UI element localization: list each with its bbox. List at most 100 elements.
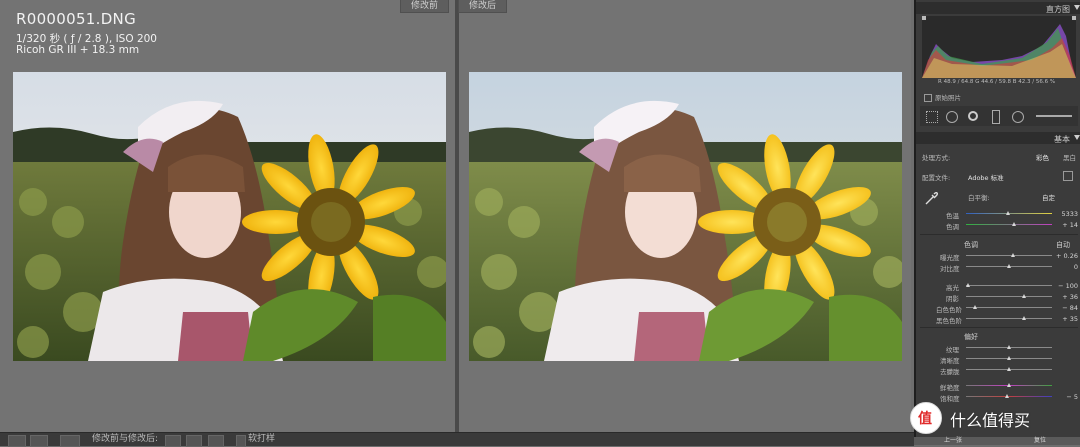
swap-before-after-button[interactable] xyxy=(165,435,181,447)
exposure-slider[interactable] xyxy=(966,253,1052,257)
blacks-slider[interactable] xyxy=(966,316,1052,320)
tint-value[interactable]: + 14 xyxy=(1062,221,1078,229)
original-photo-toggle[interactable]: 原始照片 xyxy=(924,92,961,102)
bottom-toolbar: 修改前与修改后: 软打样 xyxy=(0,432,914,447)
tint-slider[interactable] xyxy=(966,222,1052,226)
temp-label: 色温 xyxy=(946,212,959,220)
tool-strip xyxy=(920,106,1078,126)
watermark: 值 什么值得买 xyxy=(910,400,1080,434)
temp-slider[interactable] xyxy=(966,211,1052,215)
histogram-header[interactable]: 直方图 xyxy=(916,2,1080,14)
temp-value[interactable]: 5333 xyxy=(1061,210,1078,218)
contrast-knob[interactable] xyxy=(1007,264,1011,268)
clarity-knob[interactable] xyxy=(1007,356,1011,360)
highlights-knob[interactable] xyxy=(966,283,970,287)
watermark-text: 什么值得买 xyxy=(950,411,1031,430)
contrast-slider[interactable] xyxy=(966,264,1052,268)
contrast-label: 对比度 xyxy=(940,265,960,273)
copy-before-button[interactable] xyxy=(186,435,202,447)
tone-label: 色调 xyxy=(964,241,978,249)
whites-label: 白色色阶 xyxy=(936,306,962,314)
reset-button[interactable]: 复位 xyxy=(1034,437,1046,445)
whites-value[interactable]: − 84 xyxy=(1062,304,1078,312)
histogram xyxy=(922,16,1076,78)
presence-label: 偏好 xyxy=(964,333,978,341)
dehaze-knob[interactable] xyxy=(1007,367,1011,371)
blacks-label: 黑色色阶 xyxy=(936,317,962,325)
separator xyxy=(920,327,1078,328)
collapse-triangle-icon[interactable] xyxy=(1074,5,1080,10)
highlights-label: 高光 xyxy=(946,284,959,292)
bw-option[interactable]: 黑白 xyxy=(1063,152,1076,162)
spot-removal-icon[interactable] xyxy=(946,111,958,123)
exposure-label: 曝光度 xyxy=(940,254,960,262)
previous-button[interactable]: 上一张 xyxy=(944,437,962,445)
whites-slider[interactable] xyxy=(966,305,1052,309)
tint-label: 色调 xyxy=(946,223,959,231)
original-photo-checkbox[interactable] xyxy=(924,94,932,102)
tint-knob[interactable] xyxy=(1012,222,1016,226)
saturation-knob[interactable] xyxy=(1005,394,1009,398)
soft-proof-checkbox[interactable] xyxy=(236,435,246,447)
dehaze-label: 去朦胧 xyxy=(940,368,960,376)
shadows-label: 阴影 xyxy=(946,295,959,303)
profile-browser-icon[interactable] xyxy=(1063,171,1073,181)
saturation-slider[interactable] xyxy=(966,394,1052,398)
graduated-filter-icon[interactable] xyxy=(992,110,1000,124)
vibrance-slider[interactable] xyxy=(966,383,1052,387)
before-after-label: 修改前与修改后: xyxy=(92,434,159,444)
blacks-value[interactable]: + 35 xyxy=(1062,315,1078,323)
white-balance-dropdown[interactable]: 自定 xyxy=(1042,192,1055,202)
highlights-slider[interactable] xyxy=(966,283,1052,287)
profile-dropdown[interactable]: Adobe 标准 xyxy=(968,172,1004,182)
shadows-value[interactable]: + 36 xyxy=(1062,293,1078,301)
auto-tone-button[interactable]: 自动 xyxy=(1056,240,1070,250)
whites-knob[interactable] xyxy=(973,305,977,309)
exposure-value[interactable]: + 0.26 xyxy=(1056,252,1078,260)
crop-tool-icon[interactable] xyxy=(926,111,938,123)
loupe-view-button[interactable] xyxy=(8,435,26,447)
histogram-title: 直方图 xyxy=(1046,5,1070,14)
basic-header[interactable]: 基本 xyxy=(916,132,1080,144)
treatment-label: 处理方式: xyxy=(922,154,951,162)
basic-collapse-icon[interactable] xyxy=(1074,135,1080,140)
after-label: 修改后 xyxy=(458,0,508,13)
develop-panel: 直方图 R 48.9 / 64.8 G 44.6 / 59.8 B 42.3 /… xyxy=(914,0,1080,445)
texture-knob[interactable] xyxy=(1007,345,1011,349)
red-eye-icon[interactable] xyxy=(968,111,978,121)
color-option[interactable]: 彩色 xyxy=(1036,152,1049,162)
after-photo[interactable] xyxy=(469,72,902,361)
brush-tool-icon[interactable] xyxy=(1036,115,1072,117)
watermark-logo-icon: 值 xyxy=(910,402,942,434)
dehaze-slider[interactable] xyxy=(966,367,1052,371)
exposure-knob[interactable] xyxy=(1011,253,1015,257)
highlights-value[interactable]: − 100 xyxy=(1058,282,1078,290)
temp-knob[interactable] xyxy=(1006,211,1010,215)
texture-label: 纹理 xyxy=(946,346,959,354)
before-photo[interactable] xyxy=(13,72,446,361)
clarity-label: 清晰度 xyxy=(940,357,960,365)
copy-after-button[interactable] xyxy=(208,435,224,447)
shadows-slider[interactable] xyxy=(966,294,1052,298)
white-balance-label: 白平衡: xyxy=(968,194,990,202)
file-name: R0000051.DNG xyxy=(16,10,136,28)
original-photo-label: 原始照片 xyxy=(935,94,961,102)
panel-footer: 上一张 复位 xyxy=(914,437,1080,445)
rgb-readout: R 48.9 / 64.8 G 44.6 / 59.8 B 42.3 / 56.… xyxy=(938,79,1056,85)
soft-proof-label: 软打样 xyxy=(248,434,276,444)
clarity-slider[interactable] xyxy=(966,356,1052,360)
compare-view-button[interactable] xyxy=(60,435,80,447)
contrast-value[interactable]: 0 xyxy=(1074,263,1078,271)
blacks-knob[interactable] xyxy=(1022,316,1026,320)
basic-title: 基本 xyxy=(1054,135,1070,144)
vibrance-knob[interactable] xyxy=(1007,383,1011,387)
vibrance-label: 鲜艳度 xyxy=(940,384,960,392)
radial-filter-icon[interactable] xyxy=(1012,111,1024,123)
texture-slider[interactable] xyxy=(966,345,1052,349)
profile-label: 配置文件: xyxy=(922,174,951,182)
separator xyxy=(920,234,1078,235)
before-label: 修改前 xyxy=(399,0,449,13)
shadows-knob[interactable] xyxy=(1022,294,1026,298)
grid-view-button[interactable] xyxy=(30,435,48,447)
eyedropper-icon[interactable] xyxy=(924,191,939,206)
